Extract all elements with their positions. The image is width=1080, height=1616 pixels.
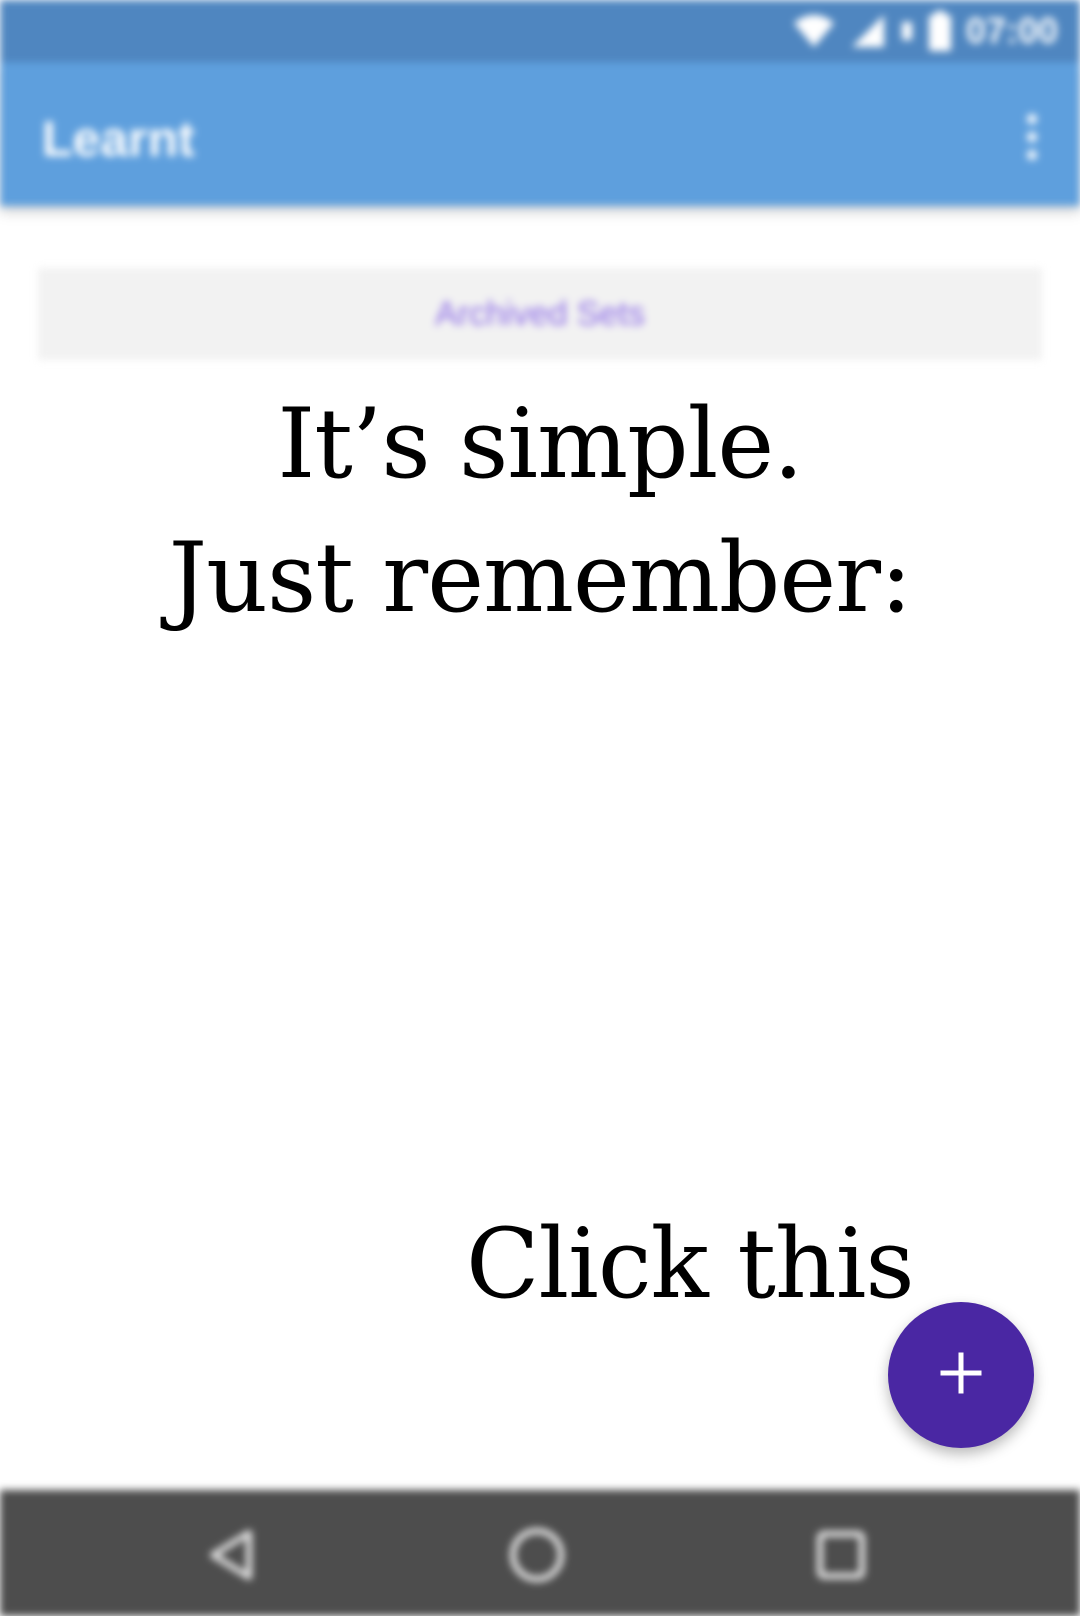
tutorial-line-1: It’s simple. [277,388,803,500]
tutorial-overlay: It’s simple. Just remember: Click this [0,0,1080,1616]
tutorial-click-hint: Click this [466,1208,915,1320]
add-set-fab[interactable] [888,1302,1034,1448]
tutorial-line-2: Just remember: [168,522,913,634]
plus-icon [939,1351,983,1400]
